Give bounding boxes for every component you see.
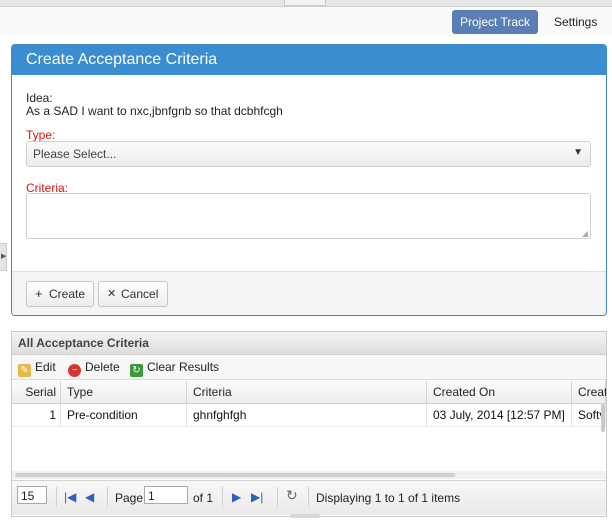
edit-label: Edit — [35, 360, 56, 374]
bottom-resize-handle[interactable] — [290, 514, 320, 518]
reload-icon[interactable]: ↻ — [286, 488, 298, 502]
horizontal-scroll-thumb[interactable] — [15, 473, 455, 477]
pager-divider — [222, 487, 223, 507]
edit-button[interactable]: ✎ Edit — [18, 359, 56, 377]
grid-toolbar: ✎ Edit − Delete ↻ Clear Results — [12, 355, 606, 380]
page-number-input[interactable]: 1 — [144, 486, 188, 504]
delete-label: Delete — [85, 360, 120, 374]
clear-results-button[interactable]: ↻ Clear Results — [130, 359, 220, 377]
page-size-input[interactable]: 15 — [17, 486, 47, 504]
type-select-value: Please Select... — [33, 147, 117, 161]
column-type[interactable]: Type — [61, 381, 187, 403]
plus-icon: + — [35, 286, 43, 301]
nav-project-track[interactable]: Project Track — [452, 10, 539, 34]
column-created-by[interactable]: Creat — [572, 381, 606, 403]
create-button-label: Create — [49, 287, 86, 301]
dialog-footer: + Create ✕ Cancel — [12, 271, 606, 315]
chevron-right-icon: ▶ — [1, 253, 7, 260]
delete-icon: − — [68, 364, 81, 377]
cancel-button-label: Cancel — [121, 287, 159, 301]
delete-button[interactable]: − Delete — [68, 359, 120, 377]
last-page-icon[interactable]: ▶| — [251, 490, 263, 504]
dialog-title: Create Acceptance Criteria — [12, 45, 606, 75]
criteria-textarea[interactable]: ◢ — [26, 193, 591, 239]
close-icon: ✕ — [107, 288, 117, 300]
grid-title: All Acceptance Criteria — [12, 332, 606, 355]
pager-divider — [56, 487, 57, 507]
criteria-grid: All Acceptance Criteria ✎ Edit − Delete ↻ C… — [11, 331, 607, 517]
grid-title-text: All Acceptance Criteria — [18, 336, 149, 350]
nav-settings[interactable]: Settings — [546, 10, 605, 34]
cell-type: Pre-condition — [61, 404, 187, 426]
vertical-scrollbar[interactable] — [601, 404, 605, 432]
column-created-on[interactable]: Created On — [427, 381, 572, 403]
cell-criteria: ghnfghfgh — [187, 404, 427, 426]
idea-label: Idea: — [26, 91, 53, 105]
create-criteria-dialog: Create Acceptance Criteria Idea: As a SA… — [11, 44, 607, 316]
page-count: of 1 — [193, 491, 214, 505]
pager-divider — [277, 487, 278, 507]
refresh-icon: ↻ — [130, 364, 143, 377]
resize-grip-icon[interactable]: ◢ — [582, 229, 588, 238]
column-criteria[interactable]: Criteria — [187, 381, 427, 403]
clear-results-label: Clear Results — [147, 360, 220, 374]
next-page-icon[interactable]: ▶ — [232, 490, 241, 504]
grid-pager: 15 |◀ ◀ Page 1 of 1 ▶ ▶| ↻ Displaying 1 … — [12, 480, 606, 515]
top-nav: Project Track Settings — [0, 7, 612, 36]
column-serial[interactable]: Serial — [12, 381, 61, 403]
pager-divider — [107, 487, 108, 507]
dropdown-arrow-icon: ▼ — [573, 147, 583, 158]
grid-header: Serial Type Criteria Created On Creat — [12, 381, 606, 404]
display-status: Displaying 1 to 1 of 1 items — [316, 491, 461, 505]
horizontal-scrollbar[interactable] — [12, 471, 606, 479]
first-page-icon[interactable]: |◀ — [64, 490, 76, 504]
left-collapse-handle[interactable]: ▶ — [0, 243, 7, 271]
table-row[interactable]: 1 Pre-condition ghnfghfgh 03 July, 2014 … — [12, 404, 606, 427]
edit-icon: ✎ — [18, 364, 31, 377]
pager-divider — [308, 487, 309, 507]
prev-page-icon[interactable]: ◀ — [85, 490, 94, 504]
cell-serial: 1 — [12, 404, 61, 426]
type-label: Type: — [26, 128, 56, 142]
type-select[interactable]: Please Select... ▼ — [26, 141, 591, 167]
page-label: Page — [115, 491, 144, 505]
cell-created-on: 03 July, 2014 [12:57 PM] — [427, 404, 572, 426]
top-collapse-handle[interactable] — [284, 0, 326, 6]
idea-text: As a SAD I want to nxc,jbnfgnb so that d… — [26, 104, 283, 118]
cancel-button[interactable]: ✕ Cancel — [98, 281, 168, 307]
create-button[interactable]: + Create — [26, 281, 94, 307]
